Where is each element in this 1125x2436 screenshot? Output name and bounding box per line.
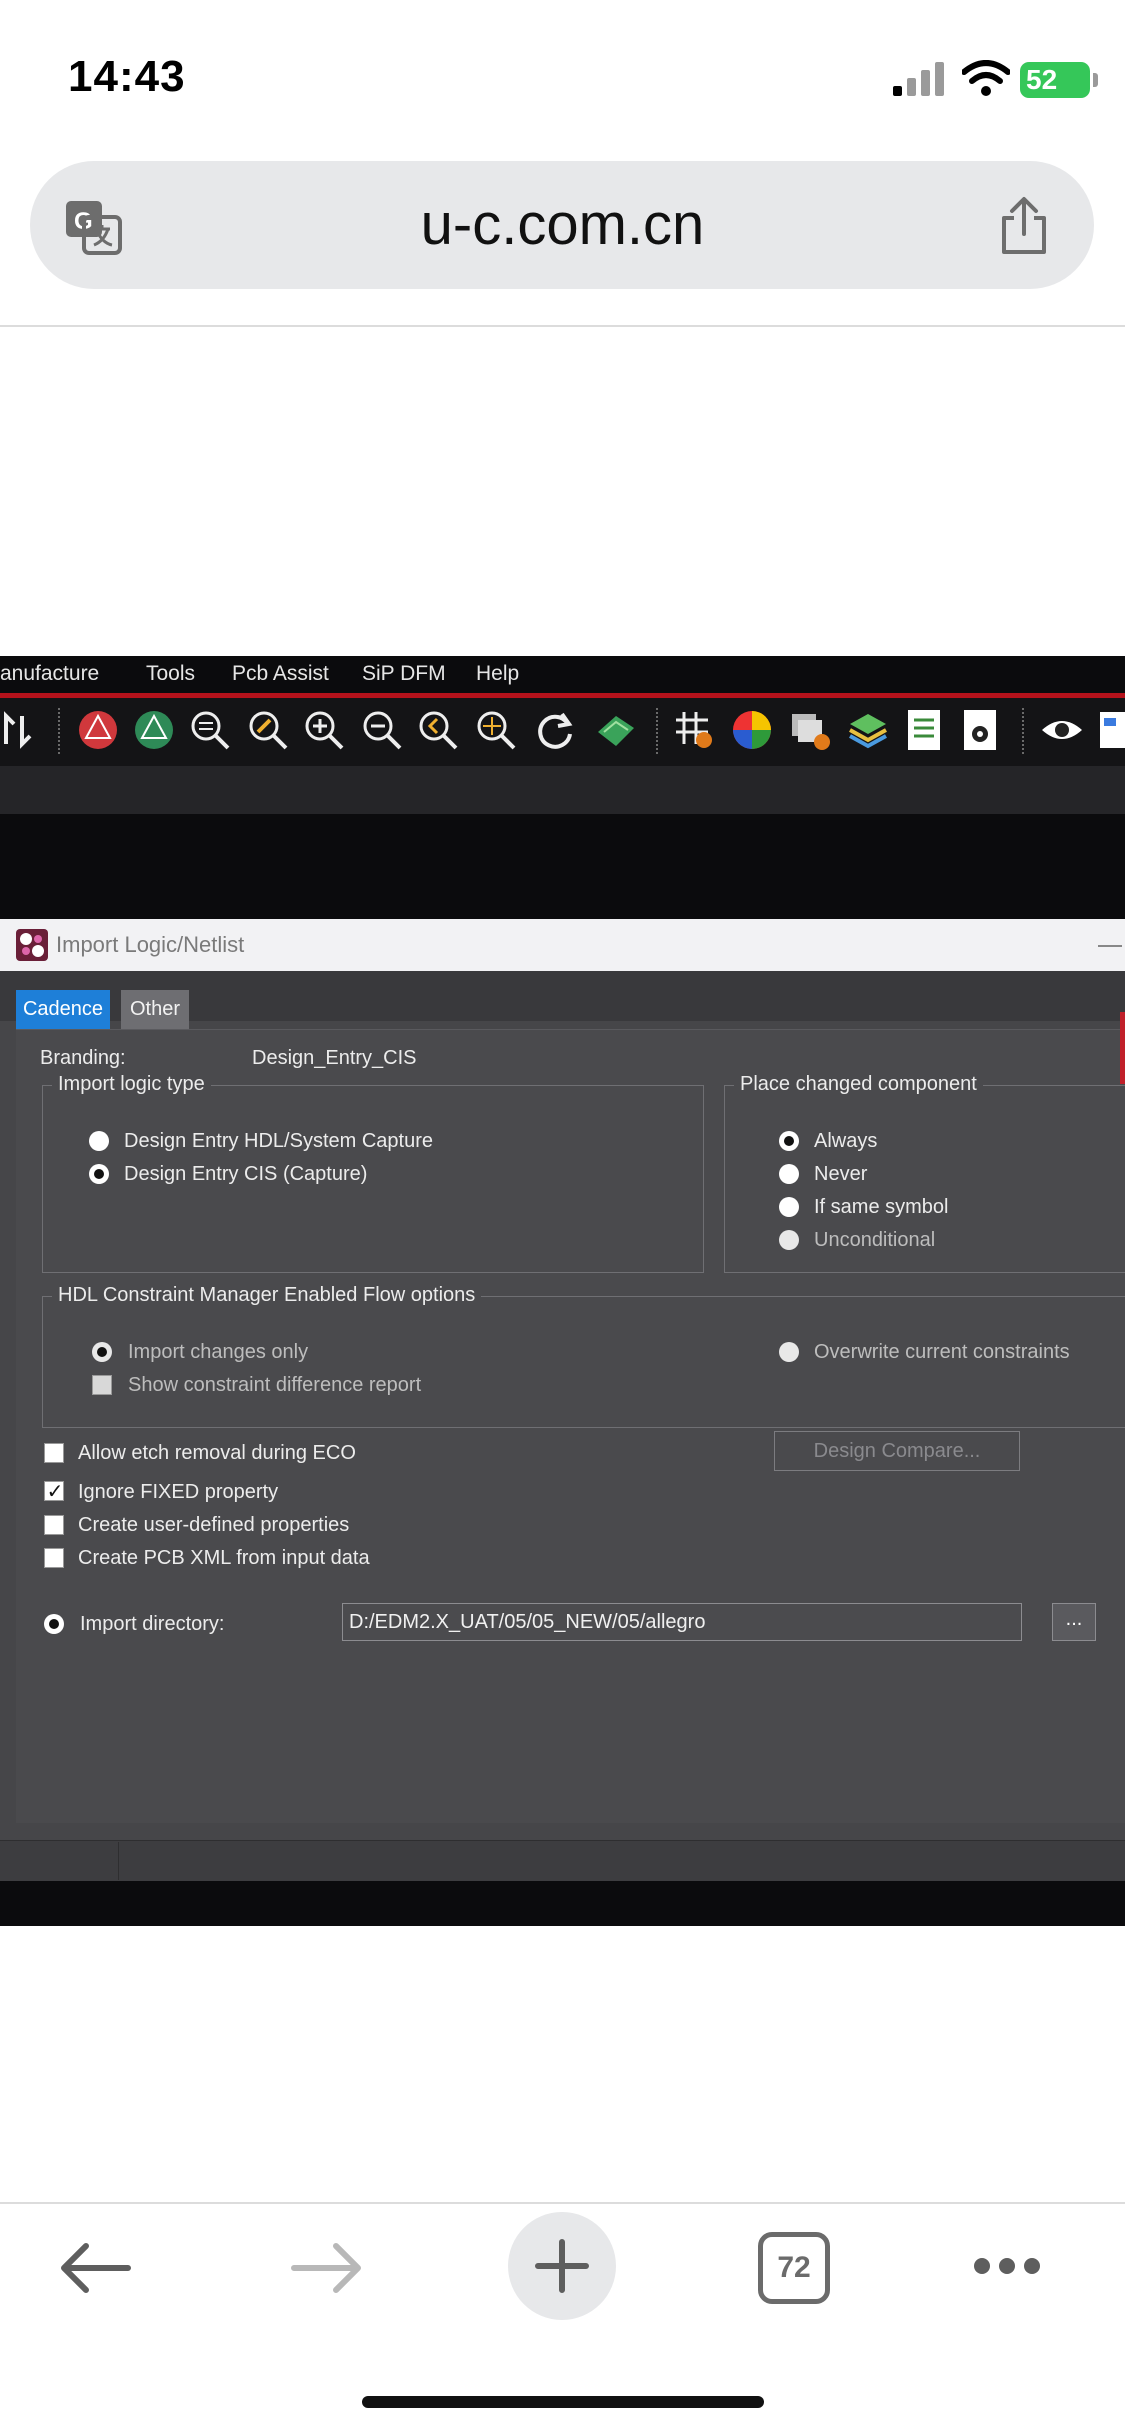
redraw-icon[interactable] xyxy=(532,708,576,752)
share-icon[interactable] xyxy=(998,196,1050,256)
radio-hdl-system-capture[interactable] xyxy=(89,1131,109,1151)
never-label: Never xyxy=(814,1163,868,1185)
visibility-icon[interactable] xyxy=(1040,708,1084,752)
battery-level: 52 xyxy=(1026,64,1058,95)
url-text[interactable]: u-c.com.cn xyxy=(0,161,1125,289)
panel-icon[interactable] xyxy=(1096,708,1125,752)
menu-manufacture[interactable]: anufacture xyxy=(0,662,99,686)
grid-icon[interactable] xyxy=(672,708,716,752)
back-arrow-icon[interactable] xyxy=(58,2240,132,2296)
branding-label: Branding: xyxy=(40,1047,126,1069)
toolbar-separator xyxy=(58,708,62,754)
sort-arrows-icon[interactable] xyxy=(0,708,44,752)
allow-etch-removal-checkbox[interactable] xyxy=(44,1443,64,1463)
cis-capture-label: Design Entry CIS (Capture) xyxy=(124,1163,368,1185)
bottom-divider-line xyxy=(0,2202,1125,2204)
cellular-signal-icon xyxy=(893,62,944,96)
3d-view-icon[interactable] xyxy=(594,708,638,752)
overwrite-constraints-label: Overwrite current constraints xyxy=(814,1341,1070,1363)
toolbar-separator xyxy=(1022,708,1026,754)
radio-import-changes-only[interactable] xyxy=(92,1342,112,1362)
ignore-fixed-label: Ignore FIXED property xyxy=(78,1481,279,1503)
zoom-edit-icon[interactable] xyxy=(246,708,290,752)
branding-value: Design_Entry_CIS xyxy=(252,1047,417,1069)
allow-etch-removal-label: Allow etch removal during ECO xyxy=(78,1442,356,1464)
more-options-icon[interactable] xyxy=(972,2256,1042,2276)
tab-other[interactable]: Other xyxy=(121,990,189,1029)
layers-icon[interactable] xyxy=(846,708,890,752)
if-same-symbol-label: If same symbol xyxy=(814,1196,949,1218)
hdl-constraint-legend: HDL Constraint Manager Enabled Flow opti… xyxy=(52,1284,482,1307)
unrats-icon[interactable] xyxy=(132,708,176,752)
import-changes-only-label: Import changes only xyxy=(128,1341,309,1363)
minimize-button[interactable] xyxy=(1098,945,1122,947)
settings-icon[interactable] xyxy=(958,708,1002,752)
import-logic-type-legend: Import logic type xyxy=(52,1073,211,1096)
dialog-bottom-bar xyxy=(0,1840,1125,1881)
report-icon[interactable] xyxy=(902,708,946,752)
checkmark-icon: ✓ xyxy=(46,1481,64,1503)
rats-icon[interactable] xyxy=(76,708,120,752)
app-logo-icon xyxy=(16,929,48,961)
design-compare-button[interactable]: Design Compare... xyxy=(774,1431,1020,1471)
zoom-center-icon[interactable] xyxy=(474,708,518,752)
radio-import-directory[interactable] xyxy=(44,1614,64,1634)
menu-tools[interactable]: Tools xyxy=(146,662,195,686)
color-icon[interactable] xyxy=(730,708,774,752)
battery-indicator: 52 xyxy=(1020,62,1098,98)
hdl-system-capture-label: Design Entry HDL/System Capture xyxy=(124,1130,434,1152)
radio-cis-capture[interactable] xyxy=(89,1164,109,1184)
create-user-properties-checkbox[interactable] xyxy=(44,1515,64,1535)
always-label: Always xyxy=(814,1130,878,1152)
menu-sip-dfm[interactable]: SiP DFM xyxy=(362,662,446,686)
bottom-divider xyxy=(118,1842,119,1880)
zoom-previous-icon[interactable] xyxy=(416,708,460,752)
create-pcb-xml-checkbox[interactable] xyxy=(44,1548,64,1568)
import-directory-label: Import directory: xyxy=(80,1613,225,1635)
place-changed-component-legend: Place changed component xyxy=(734,1073,983,1096)
show-difference-label: Show constraint difference report xyxy=(128,1374,422,1396)
edge-marker xyxy=(1120,1012,1125,1084)
browse-button[interactable]: ... xyxy=(1052,1603,1096,1641)
home-indicator xyxy=(362,2396,764,2408)
zoom-fit-icon[interactable] xyxy=(188,708,232,752)
zoom-out-icon[interactable] xyxy=(360,708,404,752)
radio-never[interactable] xyxy=(779,1164,799,1184)
radio-overwrite-constraints[interactable] xyxy=(779,1342,799,1362)
menu-pcb-assist[interactable]: Pcb Assist xyxy=(232,662,329,686)
create-pcb-xml-label: Create PCB XML from input data xyxy=(78,1547,370,1569)
toolbar-separator xyxy=(656,708,660,754)
plus-icon xyxy=(535,2239,589,2293)
dialog-title: Import Logic/Netlist xyxy=(56,932,245,957)
shadow-icon[interactable] xyxy=(788,708,832,752)
wifi-icon xyxy=(962,60,1010,96)
unconditional-label: Unconditional xyxy=(814,1229,936,1251)
new-tab-button[interactable] xyxy=(508,2212,616,2320)
forward-arrow-icon[interactable] xyxy=(290,2240,364,2296)
menu-help[interactable]: Help xyxy=(476,662,519,686)
top-divider xyxy=(0,325,1125,327)
tab-cadence[interactable]: Cadence xyxy=(16,990,110,1029)
radio-unconditional[interactable] xyxy=(779,1230,799,1250)
status-time: 14:43 xyxy=(68,52,186,101)
status-strip xyxy=(0,766,1125,814)
tabs-button[interactable]: 72 xyxy=(758,2232,830,2304)
radio-always[interactable] xyxy=(779,1131,799,1151)
import-directory-field[interactable]: D:/EDM2.X_UAT/05/05_NEW/05/allegro xyxy=(342,1603,1022,1641)
radio-if-same-symbol[interactable] xyxy=(779,1197,799,1217)
ignore-fixed-checkbox[interactable]: ✓ xyxy=(44,1481,64,1503)
translate-icon[interactable]: G xyxy=(64,199,122,255)
show-difference-checkbox[interactable] xyxy=(92,1375,112,1395)
create-user-properties-label: Create user-defined properties xyxy=(78,1514,350,1536)
zoom-in-icon[interactable] xyxy=(302,708,346,752)
